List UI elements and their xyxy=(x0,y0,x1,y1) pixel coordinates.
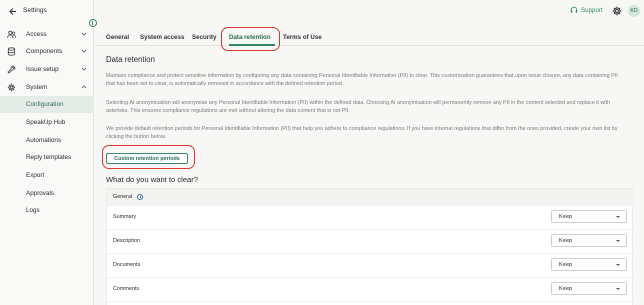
support-label: Support xyxy=(581,6,603,14)
page-title: Data retention xyxy=(106,55,155,64)
description-paragraph: Maintain compliance and protect sensitiv… xyxy=(106,73,618,87)
table-group-header: General xyxy=(107,189,634,206)
row-label: Summary xyxy=(113,214,137,220)
database-icon xyxy=(7,47,16,56)
select-value: Keep xyxy=(559,286,573,293)
sidebar: Settings Access Components Issue setup S… xyxy=(0,0,97,305)
row-label: Comments xyxy=(113,286,140,292)
sidebar-subitem-label: Approvals xyxy=(26,189,55,197)
retention-select[interactable]: Keep xyxy=(551,258,627,271)
headset-icon xyxy=(570,6,578,13)
row-label: Description xyxy=(113,238,140,244)
info-icon[interactable] xyxy=(137,193,143,200)
sidebar-item-label: Access xyxy=(26,30,47,38)
sidebar-item-system[interactable]: System xyxy=(0,79,94,96)
users-icon xyxy=(7,30,16,39)
chevron-down-icon xyxy=(616,264,620,266)
tab-system-access[interactable]: System access xyxy=(140,34,184,41)
sidebar-subitem-label: SpeakUp Hub xyxy=(26,118,66,126)
sidebar-subitem-reply-templates[interactable]: Reply templates xyxy=(0,149,94,166)
wrench-icon xyxy=(7,65,16,74)
sidebar-item-access[interactable]: Access xyxy=(0,26,94,43)
sidebar-subitem-label: Logs xyxy=(26,206,40,214)
sidebar-subitem-speakup-hub[interactable]: SpeakUp Hub xyxy=(0,114,94,131)
sidebar-subitem-automations[interactable]: Automations xyxy=(0,132,94,149)
retention-select[interactable]: Keep xyxy=(551,234,627,247)
chevron-down-icon xyxy=(616,288,620,290)
retention-table: General Summary Keep Description Keep Do… xyxy=(106,188,634,305)
sidebar-item-issue-setup[interactable]: Issue setup xyxy=(0,61,94,78)
settings-tabs: General System access Security Data rete… xyxy=(95,24,644,46)
chevron-down-icon xyxy=(616,240,620,242)
table-row: Description Keep xyxy=(107,230,634,254)
settings-title: Settings xyxy=(23,7,47,14)
chevron-down-icon xyxy=(616,216,620,218)
select-value: Keep xyxy=(559,262,573,269)
highlight-annotation xyxy=(102,145,195,169)
sidebar-subitem-export[interactable]: Export xyxy=(0,167,94,184)
sidebar-subitem-approvals[interactable]: Approvals xyxy=(0,185,94,202)
description-paragraph: Selecting AI anonymisation will anonymis… xyxy=(106,100,611,114)
select-value: Keep xyxy=(559,214,573,221)
sidebar-item-components[interactable]: Components xyxy=(0,43,94,60)
chevron-down-icon xyxy=(81,49,87,53)
sidebar-header: Settings xyxy=(0,0,94,24)
sidebar-subitem-label: Automations xyxy=(26,136,62,144)
settings-gear-icon[interactable] xyxy=(612,6,622,16)
section-heading: What do you want to clear? xyxy=(106,175,199,184)
group-label: General xyxy=(113,194,133,200)
sidebar-subitem-label: Configuration xyxy=(26,100,64,108)
sidebar-subitem-logs[interactable]: Logs xyxy=(0,202,94,219)
support-link[interactable]: Support xyxy=(570,6,603,14)
table-row: Documents Keep xyxy=(107,254,634,278)
chevron-down-icon xyxy=(81,67,87,71)
table-row: Summary Keep xyxy=(107,206,634,230)
gear-icon xyxy=(7,83,16,92)
tab-security[interactable]: Security xyxy=(192,34,216,41)
sidebar-item-label: Components xyxy=(26,47,63,55)
table-row: Comments Keep xyxy=(107,278,634,302)
top-bar: Support KD xyxy=(95,0,644,24)
sidebar-item-label: Issue setup xyxy=(26,65,59,73)
sidebar-subitem-configuration[interactable]: Configuration xyxy=(0,96,94,113)
chevron-down-icon xyxy=(81,32,87,36)
retention-select[interactable]: Keep xyxy=(551,282,627,295)
avatar[interactable]: KD xyxy=(628,5,640,17)
chevron-up-icon xyxy=(81,85,87,89)
back-arrow-icon[interactable] xyxy=(9,7,17,16)
retention-select[interactable]: Keep xyxy=(551,210,627,223)
sidebar-item-label: System xyxy=(26,83,48,91)
description-paragraph: We provide default retention periods for… xyxy=(106,126,618,140)
sidebar-subitem-label: Export xyxy=(26,171,45,179)
row-label: Documents xyxy=(113,262,141,268)
select-value: Keep xyxy=(559,238,573,245)
tab-terms-of-use[interactable]: Terms of Use xyxy=(283,34,322,41)
sidebar-subitem-label: Reply templates xyxy=(26,153,72,161)
main-content: Data retention Maintain compliance and p… xyxy=(95,46,644,305)
tab-general[interactable]: General xyxy=(106,34,129,41)
